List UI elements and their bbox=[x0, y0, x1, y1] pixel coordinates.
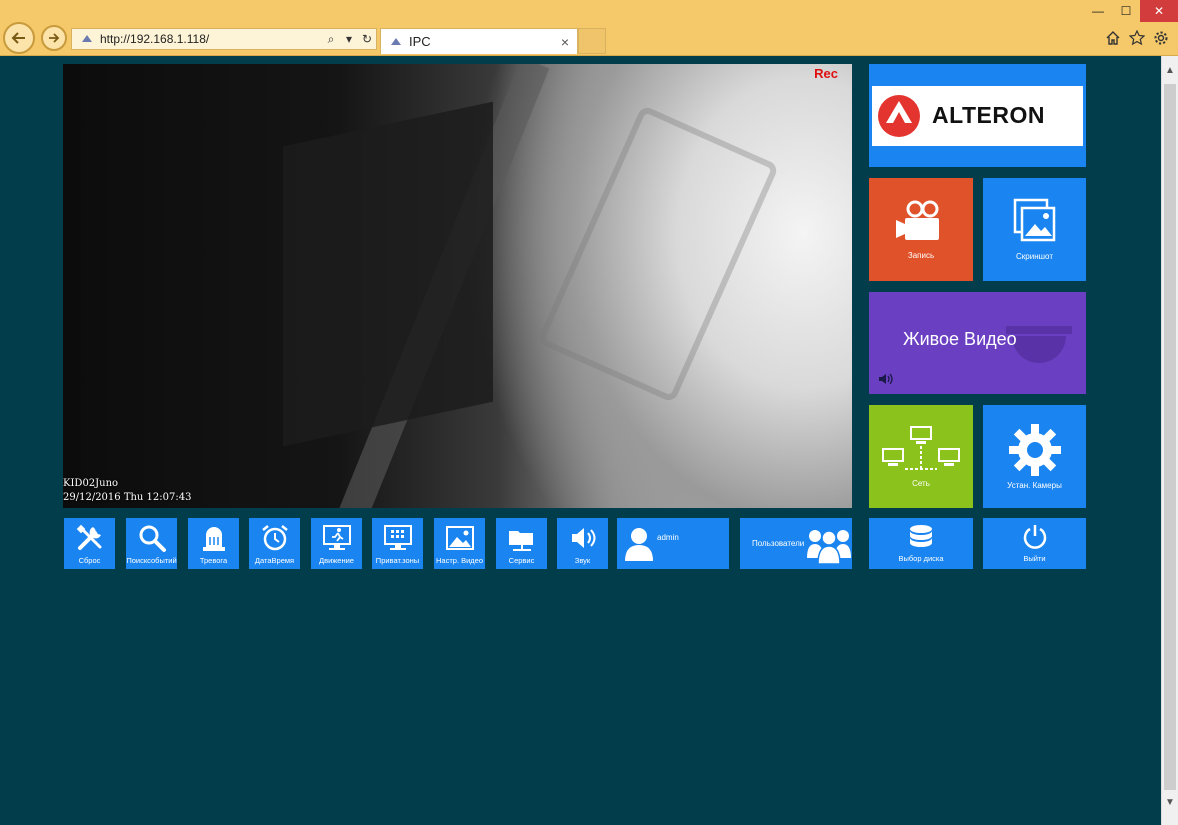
browser-chrome: http://192.168.1.118/ ⌕ ▾ ↻ IPC × — ☐ ✕ bbox=[0, 0, 1178, 56]
address-bar[interactable]: http://192.168.1.118/ ⌕ ▾ ↻ bbox=[71, 28, 377, 50]
motion-button[interactable]: Движение bbox=[311, 518, 362, 569]
osd-datetime: 29/12/2016 Thu 12:07:43 bbox=[63, 492, 192, 503]
sound-icon bbox=[879, 373, 893, 385]
logout-button[interactable]: Выйти bbox=[983, 518, 1086, 569]
privacy-zones-label: Приват.зоны bbox=[375, 555, 420, 565]
privacy-zone-icon bbox=[383, 524, 412, 550]
alarm-siren-icon bbox=[202, 526, 225, 551]
datetime-label: ДатаВремя bbox=[254, 555, 295, 565]
alteron-logo-icon bbox=[878, 94, 920, 137]
snapshot-label: Скриншот bbox=[1016, 252, 1053, 261]
rec-indicator: Rec bbox=[814, 66, 838, 81]
snapshot-tile[interactable]: Скриншот bbox=[983, 178, 1086, 281]
browser-tab[interactable]: IPC × bbox=[380, 28, 578, 54]
vertical-scrollbar[interactable]: ▲ ▼ bbox=[1161, 56, 1178, 825]
sound-button[interactable]: Звук bbox=[557, 518, 608, 569]
gear-icon bbox=[1008, 424, 1061, 476]
window-maximize-button[interactable]: ☐ bbox=[1112, 0, 1140, 22]
folder-icon bbox=[508, 530, 533, 551]
users-button[interactable]: Пользователи bbox=[740, 518, 852, 569]
forward-button[interactable] bbox=[41, 25, 67, 51]
current-user-button[interactable]: admin bbox=[617, 518, 729, 569]
image-icon bbox=[445, 525, 474, 550]
logo-box: ALTERON bbox=[872, 85, 1083, 146]
sound-label: Звук bbox=[574, 555, 591, 565]
disk-select-button[interactable]: Выбор диска bbox=[869, 518, 973, 569]
service-button[interactable]: Сервис bbox=[496, 518, 547, 569]
back-arrow-icon bbox=[11, 32, 25, 44]
reset-button[interactable]: Сброс bbox=[64, 518, 115, 569]
camera-settings-label: Устан. Камеры bbox=[1007, 481, 1062, 490]
site-favicon bbox=[82, 35, 92, 42]
network-icon bbox=[882, 426, 960, 470]
alarm-clock-icon bbox=[261, 524, 288, 550]
motion-label: Движение bbox=[319, 555, 354, 565]
refresh-icon[interactable]: ↻ bbox=[358, 30, 376, 48]
new-tab-button[interactable] bbox=[578, 28, 606, 54]
logout-label: Выйти bbox=[1023, 554, 1046, 563]
logo-text: ALTERON bbox=[932, 102, 1045, 128]
alteron-logo-tile: ALTERON bbox=[869, 64, 1086, 167]
current-user-label: admin bbox=[657, 533, 679, 542]
motion-icon bbox=[322, 524, 351, 550]
event-search-button[interactable]: Поисксобытий bbox=[126, 518, 177, 569]
forward-arrow-icon bbox=[49, 33, 60, 43]
video-scene-box bbox=[283, 101, 493, 447]
scroll-down-icon[interactable]: ▼ bbox=[1162, 794, 1178, 811]
reset-label: Сброс bbox=[78, 555, 101, 565]
osd-camera-name: KID02Juno bbox=[63, 478, 119, 489]
home-icon[interactable] bbox=[1104, 29, 1122, 47]
video-camera-icon bbox=[896, 200, 939, 240]
disk-select-label: Выбор диска bbox=[898, 554, 944, 563]
tab-close-icon[interactable]: × bbox=[557, 34, 573, 50]
datetime-button[interactable]: ДатаВремя bbox=[249, 518, 300, 569]
tools-icon bbox=[76, 524, 101, 550]
database-icon bbox=[910, 525, 932, 547]
network-label: Сеть bbox=[912, 479, 930, 488]
back-button[interactable] bbox=[3, 22, 35, 54]
live-video-view[interactable]: Rec KID02Juno 29/12/2016 Thu 12:07:43 bbox=[63, 64, 852, 508]
speaker-icon bbox=[571, 527, 595, 548]
record-label: Запись bbox=[907, 251, 935, 260]
settings-gear-icon[interactable] bbox=[1152, 29, 1170, 47]
video-scene-sign bbox=[536, 104, 780, 404]
dropdown-icon[interactable]: ▾ bbox=[340, 30, 358, 48]
alarm-label: Тревога bbox=[199, 555, 228, 565]
address-url: http://192.168.1.118/ bbox=[100, 32, 210, 46]
scroll-up-icon[interactable]: ▲ bbox=[1162, 62, 1178, 79]
users-group-icon bbox=[807, 530, 851, 564]
search-icon bbox=[139, 525, 166, 552]
video-settings-label: Настр. Видео bbox=[435, 555, 484, 565]
event-search-label: Поисксобытий bbox=[126, 555, 177, 565]
user-icon bbox=[625, 527, 653, 561]
window-minimize-button[interactable]: — bbox=[1084, 0, 1112, 22]
privacy-zones-button[interactable]: Приват.зоны bbox=[372, 518, 423, 569]
service-label: Сервис bbox=[508, 555, 535, 565]
record-tile[interactable]: Запись bbox=[869, 178, 973, 281]
tab-favicon bbox=[391, 37, 401, 45]
alarm-button[interactable]: Тревога bbox=[188, 518, 239, 569]
favorites-star-icon[interactable] bbox=[1128, 29, 1146, 47]
users-label: Пользователи bbox=[752, 539, 805, 548]
camera-settings-tile[interactable]: Устан. Камеры bbox=[983, 405, 1086, 508]
scrollbar-thumb[interactable] bbox=[1164, 84, 1176, 790]
snapshot-icon bbox=[1013, 198, 1055, 242]
power-icon bbox=[1023, 525, 1046, 549]
live-video-tile[interactable]: Живое Видео bbox=[869, 292, 1086, 394]
search-icon[interactable]: ⌕ bbox=[322, 30, 340, 48]
network-tile[interactable]: Сеть bbox=[869, 405, 973, 508]
video-settings-button[interactable]: Настр. Видео bbox=[434, 518, 485, 569]
tab-title: IPC bbox=[409, 34, 431, 49]
window-close-button[interactable]: ✕ bbox=[1140, 0, 1178, 22]
live-video-label: Живое Видео bbox=[903, 329, 1017, 349]
